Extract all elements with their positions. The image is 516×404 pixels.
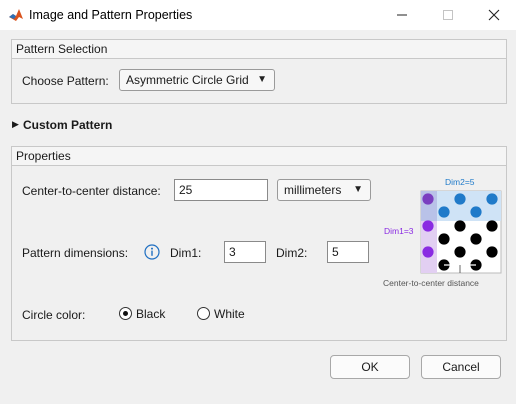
radio-white-label: White: [214, 307, 245, 321]
title-bar: Image and Pattern Properties: [0, 0, 516, 30]
chevron-right-icon: ▶: [12, 119, 19, 129]
circle-color-label: Circle color:: [22, 308, 86, 322]
radio-black-indicator: [119, 307, 132, 320]
dim1-label: Dim1:: [170, 246, 202, 260]
maximize-icon: [443, 10, 453, 20]
minimize-button[interactable]: [379, 0, 425, 30]
units-dropdown[interactable]: millimeters ▼: [277, 179, 371, 201]
close-icon: [488, 9, 500, 21]
dim1-input[interactable]: 3: [224, 241, 266, 263]
radio-black[interactable]: Black: [119, 306, 179, 322]
matlab-logo-icon: [9, 9, 23, 21]
radio-white-indicator: [197, 307, 210, 320]
pattern-selection-header: Pattern Selection: [12, 40, 506, 59]
triangle-down-icon: ▼: [257, 74, 267, 85]
distance-caption: Center-to-center distance: [383, 278, 479, 288]
dim1-caption: Dim1=3: [384, 226, 414, 236]
radio-black-label: Black: [136, 307, 166, 321]
ok-button[interactable]: OK: [330, 355, 410, 379]
window-title: Image and Pattern Properties: [29, 8, 193, 22]
radio-white[interactable]: White: [197, 306, 257, 322]
pattern-selection-panel: Pattern Selection Choose Pattern: Asymme…: [11, 39, 507, 104]
close-button[interactable]: [471, 0, 516, 30]
properties-panel: Properties Center-to-center distance: 25…: [11, 146, 507, 341]
pattern-dropdown[interactable]: Asymmetric Circle Grid ▼: [119, 69, 275, 91]
properties-header: Properties: [12, 147, 506, 166]
units-dropdown-value: millimeters: [284, 183, 342, 197]
info-icon[interactable]: [144, 244, 160, 260]
cancel-button[interactable]: Cancel: [421, 355, 501, 379]
custom-pattern-toggle[interactable]: ▶ Custom Pattern: [11, 118, 131, 134]
minimize-icon: [397, 14, 407, 16]
dimensions-label: Pattern dimensions:: [22, 246, 129, 260]
dim2-caption: Dim2=5: [445, 177, 475, 187]
dim2-label: Dim2:: [276, 246, 308, 260]
pattern-diagram: Dim2=5 Dim1=3 Center-to-center distance: [383, 177, 502, 288]
distance-label: Center-to-center distance:: [22, 184, 161, 198]
triangle-down-icon: ▼: [353, 184, 363, 195]
custom-pattern-label: Custom Pattern: [23, 118, 113, 132]
dim2-input[interactable]: 5: [327, 241, 369, 263]
choose-pattern-label: Choose Pattern:: [22, 74, 109, 88]
maximize-button: [425, 0, 471, 30]
distance-input[interactable]: 25: [174, 179, 268, 201]
pattern-dropdown-value: Asymmetric Circle Grid: [126, 73, 249, 87]
